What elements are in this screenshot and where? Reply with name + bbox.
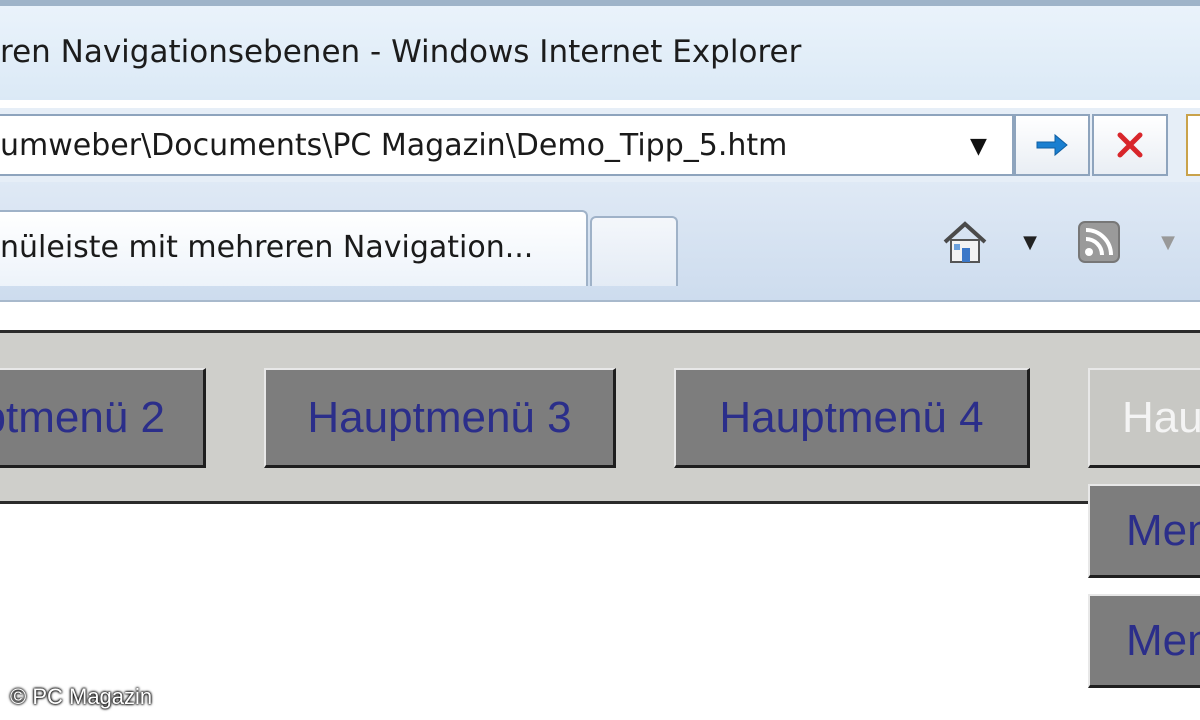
address-bar: umweber\Documents\PC Magazin\Demo_Tipp_5… xyxy=(0,108,1200,182)
address-input[interactable]: umweber\Documents\PC Magazin\Demo_Tipp_5… xyxy=(0,114,1014,176)
home-icon xyxy=(943,221,987,263)
new-tab-button[interactable] xyxy=(590,216,678,286)
copyright-watermark: © PC Magazin xyxy=(10,684,153,709)
main-menu-item-3[interactable]: Hauptmenü 3 xyxy=(264,368,616,468)
page-top-spacing xyxy=(0,302,1200,330)
chevron-down-icon[interactable]: ▼ xyxy=(970,134,987,159)
search-box[interactable] xyxy=(1186,114,1200,176)
submenu-item-2[interactable]: Menü xyxy=(1088,594,1200,688)
window-titlebar: ren Navigationsebenen - Windows Internet… xyxy=(0,0,1200,100)
address-url: umweber\Documents\PC Magazin\Demo_Tipp_5… xyxy=(0,128,788,163)
go-button[interactable] xyxy=(1014,114,1090,176)
arrow-right-icon xyxy=(1036,133,1068,157)
tab-bar: nüleiste mit mehreren Navigation... ▼ ▼ xyxy=(0,182,1200,302)
stop-button[interactable] xyxy=(1092,114,1168,176)
feeds-button[interactable] xyxy=(1076,221,1122,263)
home-dropdown[interactable]: ▼ xyxy=(1018,222,1042,262)
home-button[interactable] xyxy=(940,221,990,263)
tab-label: nüleiste mit mehreren Navigation... xyxy=(0,230,534,265)
main-menu-item-2[interactable]: ptmenü 2 xyxy=(0,368,206,468)
main-menu-item-5[interactable]: Haupt xyxy=(1088,368,1200,468)
close-icon xyxy=(1117,132,1143,158)
main-menu-item-4[interactable]: Hauptmenü 4 xyxy=(674,368,1030,468)
feeds-dropdown[interactable]: ▼ xyxy=(1156,222,1180,262)
tab-active[interactable]: nüleiste mit mehreren Navigation... xyxy=(0,210,588,286)
submenu-item-1[interactable]: Menü xyxy=(1088,484,1200,578)
rss-feed-icon xyxy=(1078,221,1120,263)
window-title: ren Navigationsebenen - Windows Internet… xyxy=(0,34,802,70)
